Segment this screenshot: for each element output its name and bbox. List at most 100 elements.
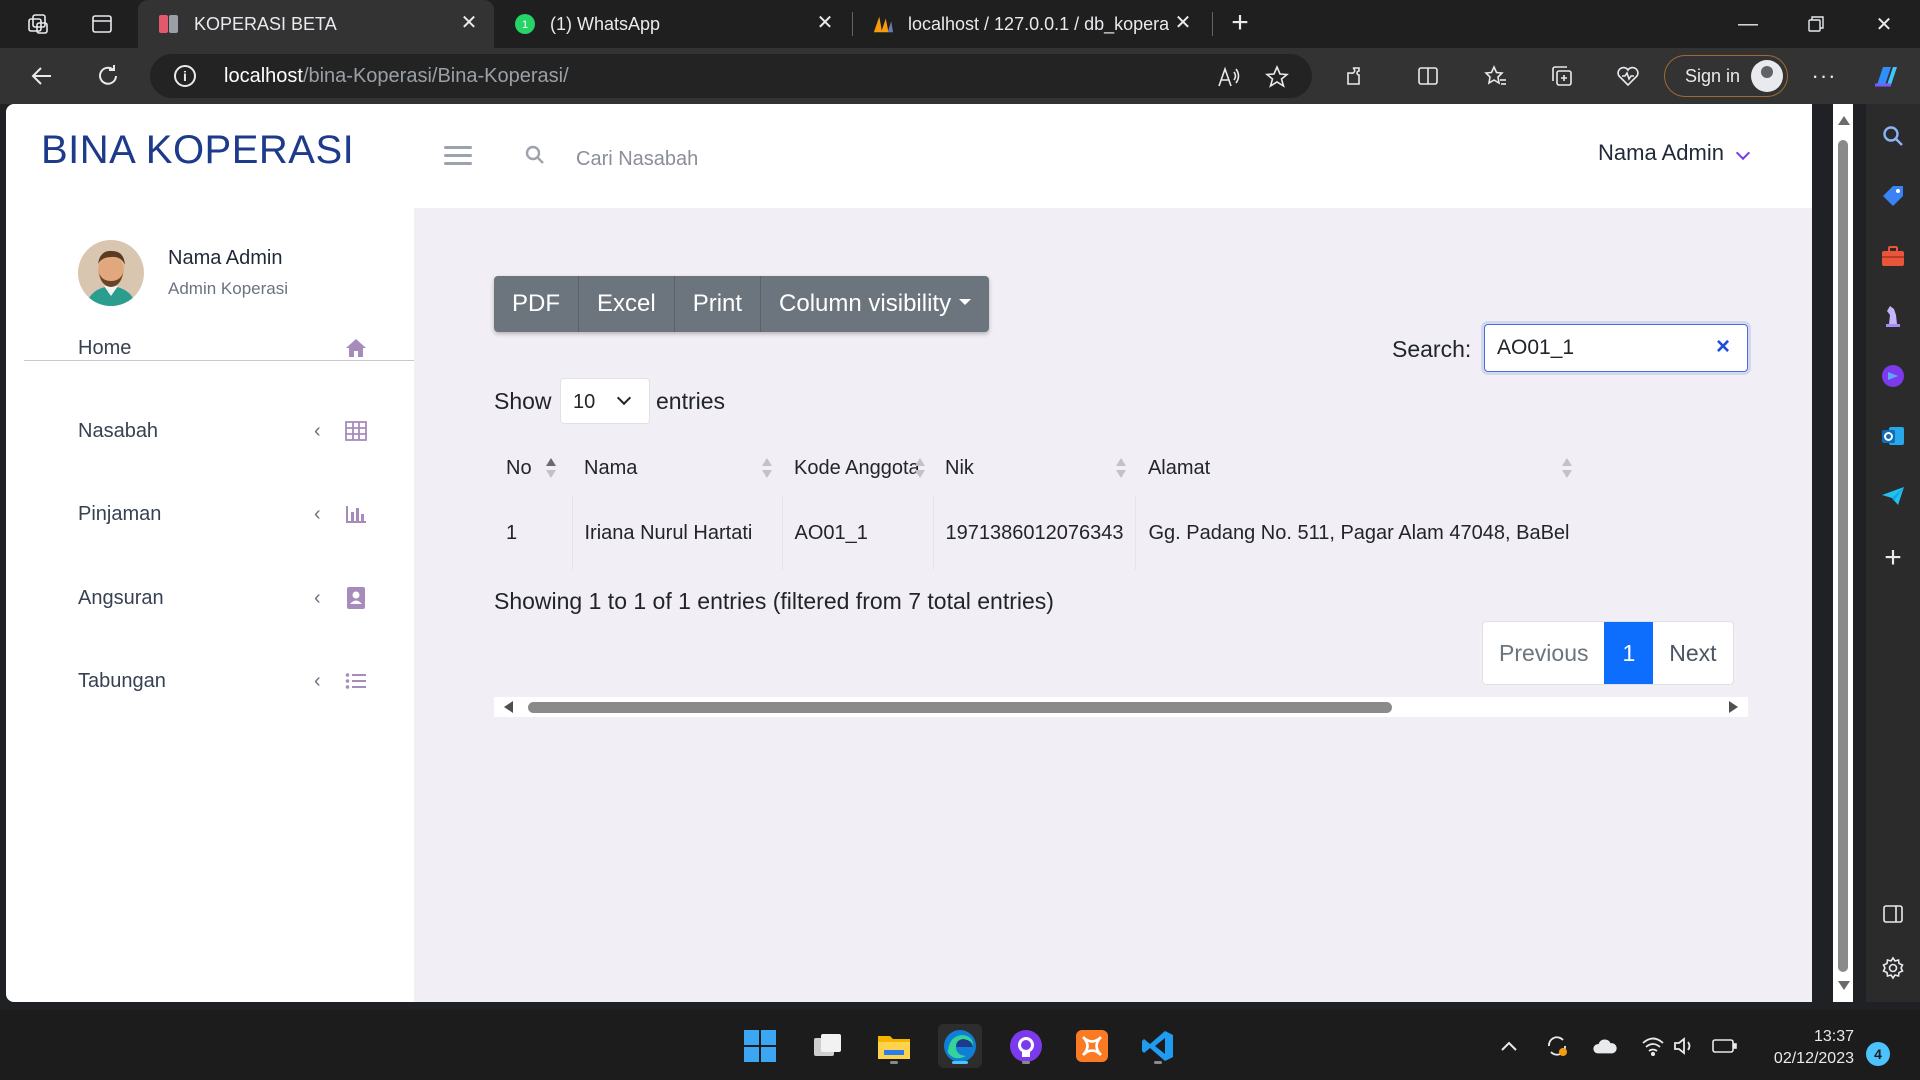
extensions-icon[interactable] xyxy=(1340,60,1372,92)
back-icon[interactable] xyxy=(26,60,58,92)
sidebar-item-home[interactable]: Home xyxy=(78,328,368,368)
tab-phpmyadmin[interactable]: localhost / 127.0.0.1 / db_kopera ✕ xyxy=(852,0,1208,48)
volume-icon[interactable] xyxy=(1672,1034,1698,1058)
shopping-tag-icon[interactable] xyxy=(1879,182,1907,210)
restore-icon[interactable] xyxy=(1782,0,1850,48)
column-header-alamat[interactable]: Alamat xyxy=(1136,440,1582,496)
nasabah-table: No Nama Kode Anggota Nik Alamat 1 Iriana… xyxy=(494,440,1582,570)
close-window-icon[interactable]: ✕ xyxy=(1850,0,1918,48)
koperasi-favicon-icon xyxy=(158,13,180,35)
chevron-down-icon xyxy=(1735,145,1751,161)
search-nasabah-input[interactable] xyxy=(576,144,876,174)
horizontal-scrollbar[interactable] xyxy=(494,697,1748,717)
copilot-icon[interactable] xyxy=(1870,60,1902,92)
pagination-page-1[interactable]: 1 xyxy=(1604,622,1654,684)
scroll-right-icon[interactable] xyxy=(1729,701,1738,713)
tab-whatsapp[interactable]: 1 (1) WhatsApp ✕ xyxy=(494,0,850,48)
print-button[interactable]: Print xyxy=(675,276,762,332)
brand-logo[interactable]: BINA KOPERASI xyxy=(41,128,354,173)
wifi-icon[interactable] xyxy=(1640,1034,1666,1058)
onedrive-cloud-icon[interactable] xyxy=(1592,1034,1618,1058)
notification-badge[interactable]: 4 xyxy=(1866,1042,1890,1066)
scrollbar-thumb[interactable] xyxy=(1838,140,1848,972)
workspaces-icon[interactable] xyxy=(24,10,52,38)
caret-down-icon xyxy=(959,299,972,305)
close-tab-icon[interactable]: ✕ xyxy=(814,12,836,34)
table-icon xyxy=(344,419,368,443)
pagination-next[interactable]: Next xyxy=(1653,622,1732,684)
table-search-input[interactable] xyxy=(1497,335,1707,361)
sign-in-button[interactable]: Sign in xyxy=(1664,55,1788,97)
new-tab-icon[interactable]: + xyxy=(1226,8,1254,38)
pagination-previous[interactable]: Previous xyxy=(1483,622,1604,684)
settings-gear-icon[interactable] xyxy=(1879,954,1907,982)
add-sidebar-app-icon[interactable]: + xyxy=(1879,541,1907,574)
tools-briefcase-icon[interactable] xyxy=(1879,242,1907,270)
svg-text:1: 1 xyxy=(522,19,528,31)
entries-length-select[interactable]: 10 xyxy=(560,378,650,424)
scroll-down-icon[interactable] xyxy=(1838,981,1850,990)
tab-actions-icon[interactable] xyxy=(88,10,116,38)
refresh-icon[interactable] xyxy=(92,60,124,92)
scroll-up-icon[interactable] xyxy=(1838,116,1850,125)
column-header-kode-anggota[interactable]: Kode Anggota xyxy=(782,440,933,496)
favorites-icon[interactable] xyxy=(1480,60,1512,92)
hide-sidebar-icon[interactable] xyxy=(1879,900,1907,928)
read-aloud-icon[interactable] xyxy=(1216,64,1242,90)
table-search-label: Search: xyxy=(1392,336,1472,362)
scrollbar-thumb[interactable] xyxy=(528,702,1392,713)
admin-user-menu[interactable]: Nama Admin xyxy=(1598,140,1751,166)
column-header-nama[interactable]: Nama xyxy=(572,440,782,496)
collections-icon[interactable] xyxy=(1546,60,1578,92)
windows-start-icon[interactable] xyxy=(738,1024,782,1068)
column-header-nik[interactable]: Nik xyxy=(933,440,1136,496)
clear-search-icon[interactable]: × xyxy=(1711,335,1735,359)
github-desktop-icon[interactable] xyxy=(1004,1024,1048,1068)
column-header-no[interactable]: No xyxy=(494,440,572,496)
entries-label: entries xyxy=(656,388,726,414)
split-screen-icon[interactable] xyxy=(1412,60,1444,92)
site-info-icon[interactable]: i xyxy=(174,65,196,87)
sidebar-item-tabungan[interactable]: Tabungan ‹ xyxy=(78,661,368,701)
sidebar-item-nasabah[interactable]: Nasabah ‹ xyxy=(78,411,368,451)
page-vertical-scrollbar[interactable] xyxy=(1833,104,1853,1002)
cell-no: 1 xyxy=(494,496,573,570)
vscode-icon[interactable] xyxy=(1136,1024,1180,1068)
tab-koperasi[interactable]: KOPERASI BETA ✕ xyxy=(138,0,494,48)
send-telegram-icon[interactable] xyxy=(1879,482,1907,510)
sidebar-item-pinjaman[interactable]: Pinjaman ‹ xyxy=(78,494,368,534)
xampp-icon[interactable] xyxy=(1070,1024,1114,1068)
url-text[interactable]: localhost/bina-Koperasi/Bina-Koperasi/ xyxy=(224,65,569,88)
whatsapp-icon: 1 xyxy=(514,13,536,35)
clock-time: 13:37 xyxy=(1813,1028,1854,1045)
close-tab-icon[interactable]: ✕ xyxy=(458,12,480,34)
scroll-left-icon[interactable] xyxy=(504,701,513,713)
omnibox[interactable]: i localhost/bina-Koperasi/Bina-Koperasi/ xyxy=(150,54,1312,98)
favorite-star-icon[interactable] xyxy=(1264,64,1290,90)
search-icon[interactable] xyxy=(1879,122,1907,150)
games-chess-icon[interactable] xyxy=(1879,302,1907,330)
copilot-app-icon[interactable] xyxy=(1879,362,1907,390)
hamburger-menu-icon[interactable] xyxy=(444,146,472,166)
minimize-icon[interactable]: — xyxy=(1714,0,1782,48)
chevron-left-icon: ‹ xyxy=(314,670,321,692)
outlook-icon[interactable] xyxy=(1879,422,1907,450)
edge-browser-icon[interactable] xyxy=(938,1024,982,1068)
excel-button[interactable]: Excel xyxy=(579,276,675,332)
system-clock[interactable]: 13:37 02/12/2023 xyxy=(1760,1026,1854,1070)
file-explorer-icon[interactable] xyxy=(872,1024,916,1068)
more-options-icon[interactable]: ··· xyxy=(1808,60,1840,92)
chevron-up-icon[interactable] xyxy=(1496,1034,1522,1058)
browser-essentials-icon[interactable] xyxy=(1612,60,1644,92)
cell-nama: Iriana Nurul Hartati xyxy=(572,496,783,570)
column-visibility-button[interactable]: Column visibility xyxy=(761,276,989,332)
sidebar-item-angsuran[interactable]: Angsuran ‹ xyxy=(78,578,368,618)
table-search-box[interactable]: × xyxy=(1484,324,1748,372)
pdf-button[interactable]: PDF xyxy=(494,276,579,332)
battery-icon[interactable] xyxy=(1712,1034,1738,1058)
table-row[interactable]: 1 Iriana Nurul Hartati AO01_1 1971386012… xyxy=(494,496,1582,570)
sync-icon[interactable] xyxy=(1544,1034,1570,1058)
close-tab-icon[interactable]: ✕ xyxy=(1172,12,1194,34)
task-view-icon[interactable] xyxy=(806,1024,850,1068)
profile-role: Admin Koperasi xyxy=(168,279,289,298)
